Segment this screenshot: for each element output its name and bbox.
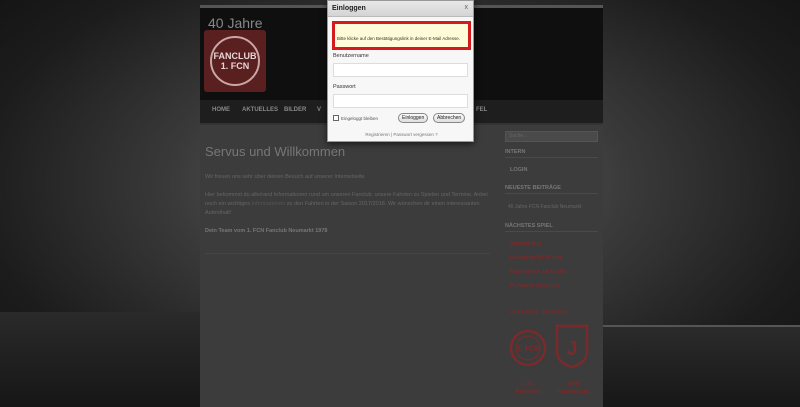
nav-item-aktuelles[interactable]: AKTUELLES [242,107,278,113]
fcn-logo-icon: 1. FCN [509,329,547,367]
modal-header: Einloggen x [328,1,473,17]
page-title: Servus und Willkommen [205,144,346,159]
departure-3: Pyrbaum 18:55 Uhr [510,283,561,289]
close-icon[interactable]: x [465,4,469,11]
logo-ring: FANCLUB 1. FCN [210,36,260,86]
modal-footer: Registrieren | Passwort vergessen ? [328,132,475,137]
forgot-password-link[interactable]: Passwort vergessen ? [393,132,437,137]
login-button[interactable]: Einloggen [398,113,429,123]
fanclub-logo[interactable]: FANCLUB 1. FCN [204,30,266,92]
nav-item-home[interactable]: HOME [212,107,230,113]
recent-post-link[interactable]: 40 Jahre FCN Fanclub Neumarkt [508,204,581,210]
jahn-logo-icon: J [555,324,589,369]
stadium-right [600,327,800,407]
nav-item-partial-right[interactable]: FEL [476,107,487,113]
departure-1: Neumarkt 18:30 Uhr [510,255,562,261]
info-text: Hier bekommst du alle/rand Informationen… [205,191,490,218]
departure-0: Abfahrt Bus [510,241,542,247]
modal-title: Einloggen [332,5,366,12]
login-modal: Einloggen x Bitte klicke auf den Bestäti… [327,0,474,142]
confirmation-notice: Bitte klicke auf den Bestätigungslink in… [332,21,471,50]
password-label: Passwort [333,84,356,90]
next-match-heading: NÄCHSTES SPIEL [505,223,598,232]
sidebar: Suche... INTERN LOGIN NEUESTE BEITRÄGE 4… [505,125,598,407]
signature-text: Dein Team vom 1. FCN Fanclub Neumarkt 19… [205,228,328,234]
team-home-name: 1. FC Nürnberg [515,381,541,395]
remember-checkbox[interactable] [333,115,339,121]
team-away-name: Jahn Regensburg [556,381,590,395]
cancel-button[interactable]: Abbrechen [433,113,466,123]
notice-text: Bitte klicke auf den Bestätigungslink in… [337,36,461,41]
sidebar-item-login[interactable]: LOGIN [510,167,527,173]
jahn-logo-text: J [566,338,577,360]
stadium-left [0,312,210,407]
search-input[interactable]: Suche... [505,131,598,142]
content-area: Servus und Willkommen Wir freuen uns seh… [200,125,603,407]
username-input[interactable] [333,63,468,77]
remember-me[interactable]: Eingeloggt bleiben [333,115,378,121]
site-title: 40 Jahre [208,15,263,31]
content-divider [205,253,490,254]
recent-heading: NEUESTE BEITRÄGE [505,185,598,194]
intern-heading: INTERN [505,149,598,158]
password-input[interactable] [333,94,468,108]
match-date: 23.01.2018 - 20:30 Uhr [510,310,568,316]
remember-label: Eingeloggt bleiben [341,115,379,121]
intro-text: Wir freuen uns sehr über deinen Besuch a… [205,174,365,180]
nav-item-partial[interactable]: V [317,107,321,113]
register-link[interactable]: Registrieren [365,132,389,137]
nav-item-bilder[interactable]: BILDER [284,107,306,113]
fcn-logo-text: 1. FCN [517,346,539,353]
username-label: Benutzername [333,53,369,59]
signature: Dein Team vom 1. FCN Fanclub Neumarkt 19… [205,227,490,236]
departure-2: Pavelsbach 18:45 Uhr [510,269,567,275]
info-link[interactable]: Informationen [251,201,285,207]
